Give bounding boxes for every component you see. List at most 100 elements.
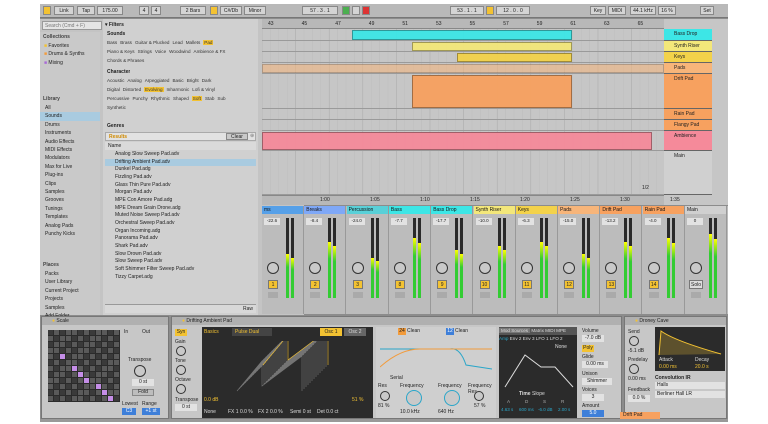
preview-raw-label[interactable]: Raw [243, 306, 253, 312]
decay-value[interactable]: 600 ms [519, 407, 534, 412]
octave-knob[interactable] [176, 384, 186, 394]
stop-button[interactable] [352, 6, 360, 15]
filter-tag[interactable]: Bright [187, 78, 199, 83]
filter-tag[interactable]: Mallets [186, 40, 201, 45]
place-item[interactable]: Current Project [40, 287, 100, 295]
osc-level[interactable]: 0.0 dB [204, 397, 218, 403]
result-item[interactable]: Muted Noise Sweep Pad.adv [105, 212, 256, 220]
transpose-value[interactable]: 0 st [132, 379, 154, 386]
filter-tag[interactable]: Lofi & Vinyl [192, 87, 215, 92]
detune-value[interactable]: Det 0.0 ct [317, 409, 338, 415]
filter-tag[interactable]: Digital [107, 87, 120, 92]
track-header[interactable]: Drift Pad [664, 74, 712, 109]
time-sig-numerator[interactable]: 4 [139, 6, 149, 15]
result-item[interactable]: MPE Dream Grain Drone.adg [105, 205, 256, 213]
library-item[interactable]: Templates [40, 213, 100, 221]
track-activator[interactable]: 3 [352, 280, 363, 289]
pan-knob[interactable] [520, 262, 533, 274]
result-item[interactable]: Morgan Pad.adv [105, 189, 256, 197]
osc-shape[interactable]: 51 % [352, 397, 363, 403]
filter-tag[interactable]: Percussive [107, 96, 129, 101]
channel-name[interactable]: Bass [388, 206, 430, 214]
solo-indicator[interactable] [352, 292, 363, 298]
library-item[interactable]: Drums [40, 121, 100, 129]
channel-volume[interactable]: -17.7 [433, 218, 450, 225]
wave-menu[interactable]: Pulse Dual [232, 328, 272, 336]
track-activator[interactable]: 14 [648, 280, 659, 289]
channel-name[interactable]: Main [685, 206, 726, 214]
voices-value[interactable]: 3 [582, 394, 604, 401]
transpose-knob[interactable] [134, 365, 146, 377]
result-item[interactable]: Organ Incoming.adg [105, 228, 256, 236]
filter-tag[interactable]: Voice [155, 49, 166, 54]
track-header[interactable]: Ambience [664, 131, 712, 151]
predelay-knob[interactable] [629, 364, 639, 374]
pan-knob[interactable] [351, 262, 364, 274]
send-value[interactable]: -5.1 dB [628, 348, 644, 354]
library-item[interactable]: Tunings [40, 205, 100, 213]
result-item[interactable]: Slow Drown Pad.adv [105, 251, 256, 259]
filter-tag[interactable]: Pad [203, 40, 214, 45]
result-item[interactable]: Shark Pad.adv [105, 243, 256, 251]
glide-value[interactable]: 0.00 ms [582, 361, 608, 368]
collection-item[interactable]: ■ Favorites [44, 42, 99, 50]
tab-midi[interactable]: MIDI [545, 328, 555, 333]
slope-label[interactable]: Slope [532, 391, 545, 397]
result-item[interactable]: Slow Sweep Pad.adv [105, 258, 256, 266]
fx2-value[interactable]: FX 2 0.0 % [258, 409, 283, 415]
syn-button[interactable]: Syn [175, 329, 187, 336]
channel-volume[interactable]: -13.2 [602, 218, 619, 225]
channel-volume[interactable]: 0 [687, 218, 703, 225]
osc1-tab[interactable]: Osc 1 [320, 328, 342, 336]
release-value[interactable]: 2.00 s [558, 407, 570, 412]
envelope-display[interactable] [503, 351, 575, 389]
key-menu[interactable]: C#/Db [220, 6, 242, 15]
quantize-menu[interactable]: 2 Bars [180, 6, 206, 15]
channel-name[interactable]: Keys [515, 206, 557, 214]
name-column-header[interactable]: Name [105, 142, 256, 150]
track-activator[interactable]: 12 [564, 280, 575, 289]
play-button[interactable] [342, 6, 350, 15]
feedback-value[interactable]: 0.0 % [628, 395, 650, 402]
channel-volume[interactable]: -6.3 [517, 218, 534, 225]
filter-tag[interactable]: Rhythmic [151, 96, 170, 101]
result-item[interactable]: MPE Con Amore Pad.adg [105, 197, 256, 205]
pan-knob[interactable] [647, 262, 660, 274]
filter-tag[interactable]: Piano & Keys [107, 49, 135, 54]
solo-indicator[interactable] [437, 292, 448, 298]
basics-tab[interactable]: Basics [204, 329, 219, 335]
solo-indicator[interactable] [268, 292, 278, 298]
tab-env2[interactable]: Env 2 [510, 336, 522, 341]
gain-knob[interactable] [176, 346, 186, 356]
tab-lfo1[interactable]: LFO 1 [536, 336, 549, 341]
sustain-value[interactable]: -6.0 dB [538, 407, 553, 412]
link-button[interactable]: Link [54, 6, 74, 15]
filter-tag[interactable]: Stab [205, 96, 214, 101]
filter-b-type[interactable]: Clean [455, 328, 468, 334]
solo-indicator[interactable] [648, 292, 659, 298]
place-item[interactable]: User Library [40, 278, 100, 286]
pan-knob[interactable] [478, 262, 491, 274]
fold-button[interactable]: Fold [132, 389, 154, 396]
track-header[interactable]: Main [664, 151, 712, 195]
browser-search-input[interactable]: Search (Cmd + F) [42, 21, 102, 30]
channel-name[interactable]: Drift Pad [600, 206, 642, 214]
ir-file-menu[interactable]: Berliner Hall LR [655, 391, 725, 398]
send-knob[interactable] [629, 336, 639, 346]
channel-name[interactable]: Pads [558, 206, 600, 214]
result-item[interactable]: Dunkel Pad.adg [105, 166, 256, 174]
pan-knob[interactable] [436, 262, 449, 274]
osc2-tab[interactable]: Osc 2 [344, 328, 366, 336]
loop-toggle[interactable] [486, 6, 494, 15]
result-item[interactable]: Fizzling Pad.adv [105, 174, 256, 182]
fres-knob[interactable] [474, 391, 484, 401]
track-activator[interactable]: 1 [268, 280, 278, 289]
tab-env3[interactable]: Env 3 [523, 336, 535, 341]
filter-a-type[interactable]: Clean [407, 328, 420, 334]
channel-name[interactable]: Bass Drop [431, 206, 473, 214]
solo-indicator[interactable] [479, 292, 490, 298]
library-item[interactable]: Analog Pads [40, 222, 100, 230]
tab-lfo2[interactable]: LFO 2 [550, 336, 563, 341]
filter-tag[interactable]: Bass [107, 40, 117, 45]
filter-a-num[interactable]: 24 [398, 328, 406, 335]
